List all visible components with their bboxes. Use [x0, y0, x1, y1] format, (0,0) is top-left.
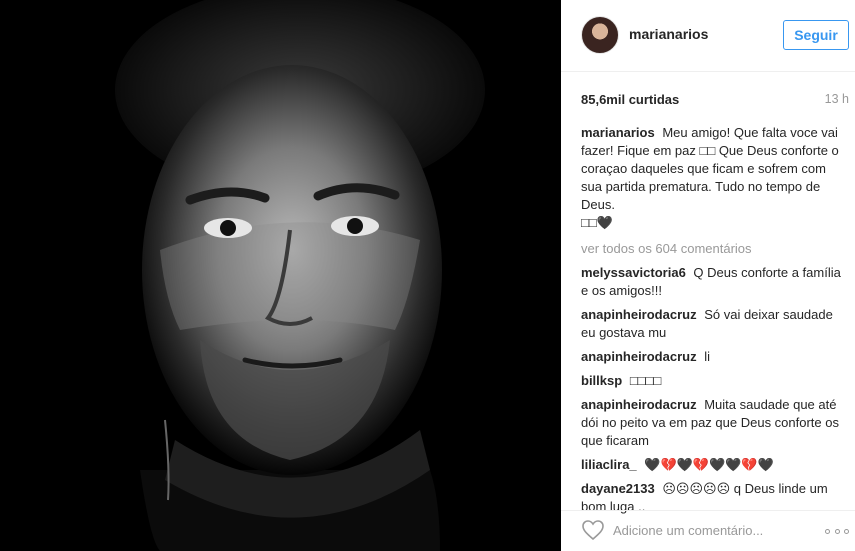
caption-user[interactable]: marianarios — [581, 125, 655, 140]
follow-button[interactable]: Seguir — [783, 20, 849, 50]
comment-user[interactable]: anapinheirodacruz — [581, 307, 697, 322]
comments-list: marianarios Meu amigo! Que falta voce va… — [581, 124, 849, 518]
comment-item: billksp □□□□ — [581, 372, 849, 390]
comment-text: 🖤💔🖤💔🖤🖤💔🖤 — [644, 457, 774, 472]
dot-icon — [825, 528, 830, 534]
portrait-image — [0, 0, 561, 551]
likes-count[interactable]: 85,6mil curtidas — [581, 92, 679, 107]
comment-user[interactable]: billksp — [581, 373, 622, 388]
heart-icon[interactable] — [581, 519, 605, 541]
comment-input[interactable] — [613, 519, 803, 541]
comment-item: anapinheirodacruz Muita saudade que até … — [581, 396, 849, 450]
dot-icon — [844, 528, 849, 534]
post-time[interactable]: 13 h — [825, 92, 849, 106]
caption-tail: □□🖤 — [581, 215, 613, 230]
comment-user[interactable]: dayane2133 — [581, 481, 655, 496]
post-sidebar: marianarios Seguir 85,6mil curtidas 13 h… — [561, 0, 855, 551]
more-options-icon[interactable] — [825, 521, 849, 541]
comment-footer — [561, 510, 855, 551]
comment-user[interactable]: liliaclira_ — [581, 457, 637, 472]
comment-text: □□□□ — [629, 373, 662, 388]
post-header: marianarios Seguir — [561, 0, 855, 72]
post-username[interactable]: marianarios — [629, 26, 708, 42]
comment-user[interactable]: melyssavictoria6 — [581, 265, 686, 280]
comment-text: li — [704, 349, 710, 364]
likes-row: 85,6mil curtidas 13 h — [581, 92, 849, 110]
dot-icon — [834, 528, 840, 534]
comment-item: melyssavictoria6 Q Deus conforte a famíl… — [581, 264, 849, 300]
comment-item: anapinheirodacruz Só vai deixar saudade … — [581, 306, 849, 342]
comment-user[interactable]: anapinheirodacruz — [581, 397, 697, 412]
view-all-comments-link[interactable]: ver todos os 604 comentários — [581, 240, 849, 258]
comment-user[interactable]: anapinheirodacruz — [581, 349, 697, 364]
caption: marianarios Meu amigo! Que falta voce va… — [581, 124, 849, 232]
avatar[interactable] — [581, 16, 619, 54]
comment-item: liliaclira_ 🖤💔🖤💔🖤🖤💔🖤 — [581, 456, 849, 474]
post-photo[interactable] — [0, 0, 561, 551]
comment-item: anapinheirodacruz li — [581, 348, 849, 366]
